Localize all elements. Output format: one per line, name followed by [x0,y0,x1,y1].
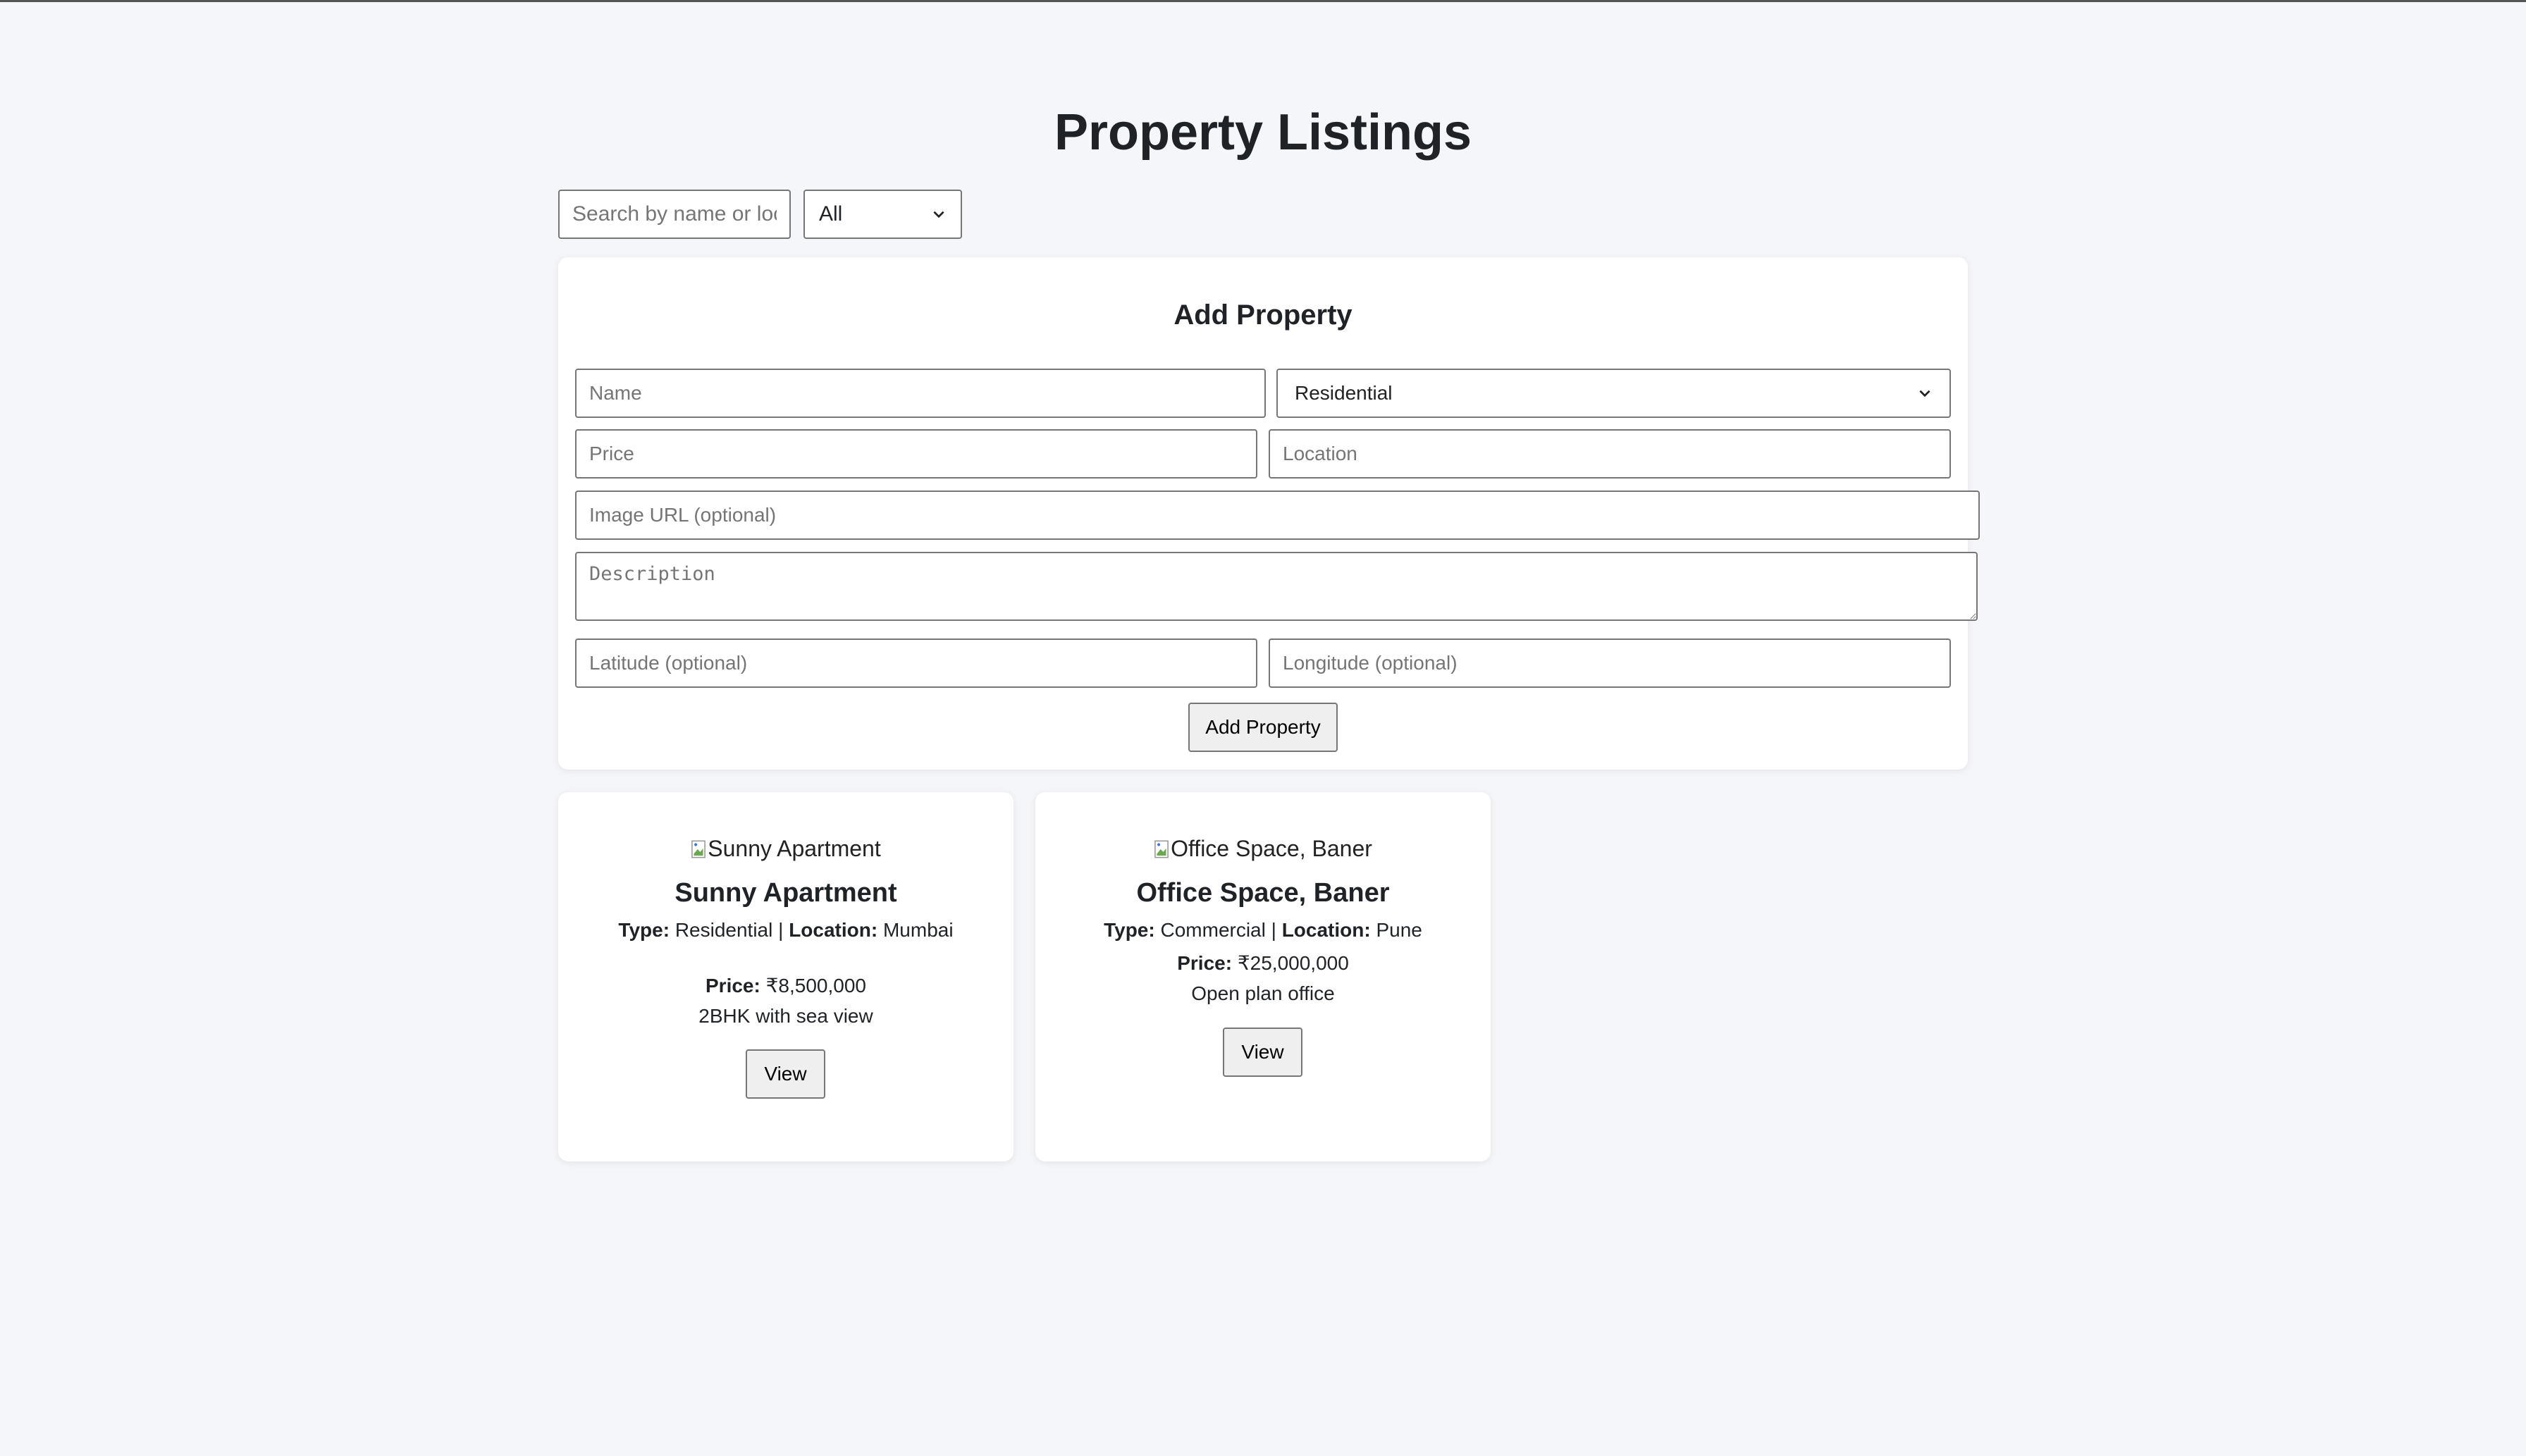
property-image: Office Space, Baner [1035,836,1491,862]
property-name: Sunny Apartment [674,878,897,908]
broken-image-icon [691,840,706,858]
location-field[interactable] [1269,429,1951,479]
name-field[interactable] [575,369,1266,418]
property-name: Office Space, Baner [1136,878,1390,908]
property-description: 2BHK with sea view [698,1005,873,1027]
view-button[interactable]: View [746,1049,825,1099]
property-type-value: Residential [1295,382,1393,404]
image-alt-text: Office Space, Baner [1171,836,1372,861]
property-type: Commercial [1160,919,1266,941]
property-card: Sunny Apartment Sunny Apartment Type: Re… [558,792,1014,1161]
image-alt-text: Sunny Apartment [708,836,881,861]
property-location: Mumbai [882,919,954,941]
add-property-button[interactable]: Add Property [1188,703,1338,752]
property-price: ₹25,000,000 [1237,952,1349,974]
property-price: ₹8,500,000 [765,975,866,997]
price-label: Price: [1177,952,1233,974]
price-label: Price: [706,975,760,997]
location-label: Location: [1281,919,1371,941]
broken-image-icon [1154,840,1169,858]
property-meta: Type: Commercial | Location: Pune [1049,919,1477,942]
type-label: Type: [1104,919,1155,941]
type-filter-select[interactable]: All [803,190,962,239]
longitude-field[interactable] [1269,638,1951,688]
price-field[interactable] [575,429,1257,479]
property-image: Sunny Apartment [558,836,1014,862]
page-title: Property Listings [1054,104,1472,161]
type-filter-value: All [819,202,843,226]
meta-separator: | [1271,919,1282,941]
search-input[interactable] [558,190,791,239]
add-property-form: Add Property Residential Add Property [558,257,1980,770]
property-location: Pune [1376,919,1422,941]
chevron-down-icon [1919,390,1930,397]
property-price-line: Price: ₹8,500,000 [558,974,1014,997]
chevron-down-icon [933,211,944,218]
meta-separator: | [778,919,789,941]
image-url-field[interactable] [575,491,1980,540]
description-field[interactable] [575,552,1978,621]
type-label: Type: [618,919,670,941]
view-button[interactable]: View [1223,1028,1302,1077]
property-type: Residential [674,919,773,941]
form-title: Add Property [1173,300,1353,331]
property-type-select[interactable]: Residential [1276,369,1951,418]
location-label: Location: [789,919,878,941]
property-card: Office Space, Baner Office Space, Baner … [1035,792,1491,1161]
property-price-line: Price: ₹25,000,000 [1035,951,1491,975]
property-description: Open plan office [1191,982,1335,1004]
latitude-field[interactable] [575,638,1257,688]
property-meta: Type: Residential | Location: Mumbai [600,919,971,942]
